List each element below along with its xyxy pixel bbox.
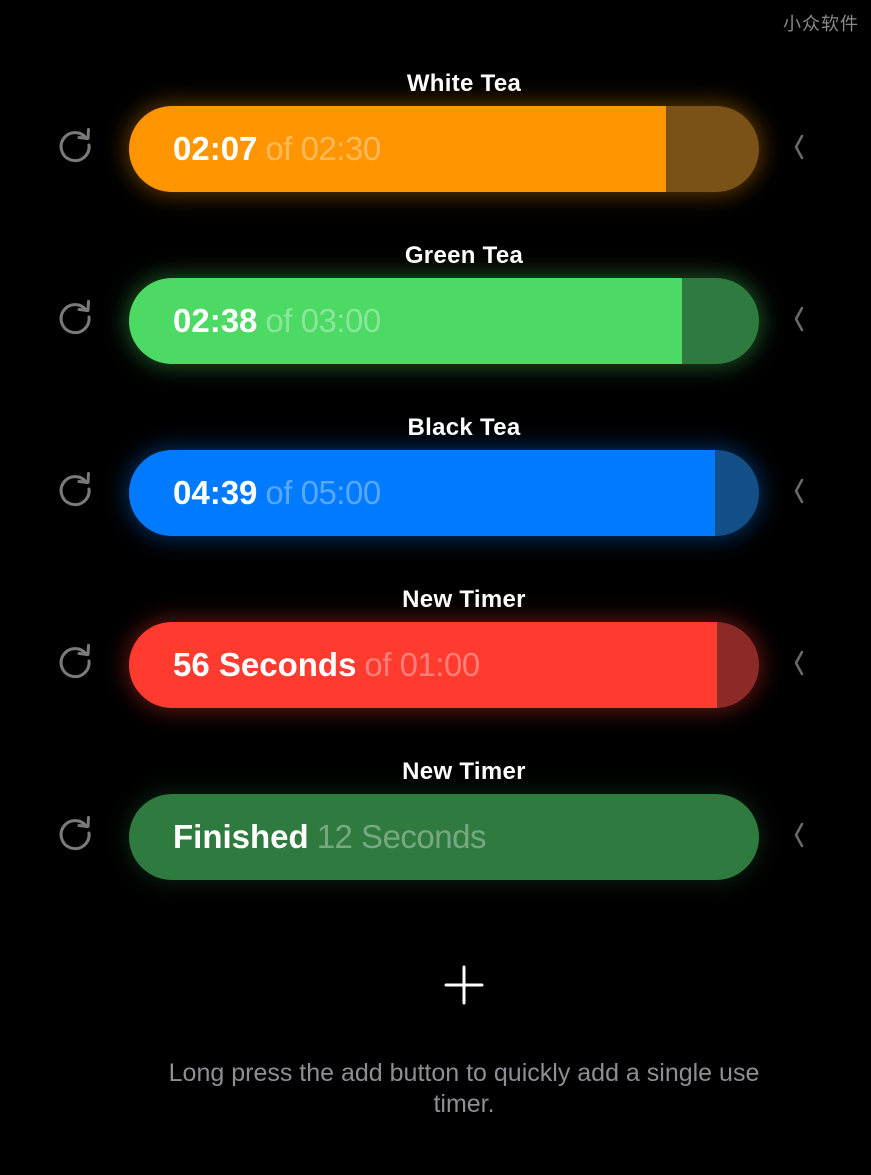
chevron-left-icon (794, 306, 804, 332)
timer-total: 12 Seconds (316, 818, 487, 855)
timer-row: White Tea 02:07 of 02:30 (0, 70, 871, 242)
timer-options-button[interactable] (790, 822, 808, 848)
hint-text: Long press the add button to quickly add… (168, 1059, 760, 1118)
refresh-icon (59, 472, 91, 507)
timer-remaining: 04:39 (173, 474, 258, 511)
timer-text: 04:39 of 05:00 (173, 450, 381, 536)
timer-text: 56 Seconds of 01:00 (173, 622, 480, 708)
refresh-icon (59, 128, 91, 163)
timer-options-button[interactable] (790, 650, 808, 676)
timer-options-button[interactable] (790, 134, 808, 160)
timer-total: of 01:00 (364, 646, 480, 683)
chevron-left-icon (794, 134, 804, 160)
timer-text: 02:07 of 02:30 (173, 106, 381, 192)
timer-text: 02:38 of 03:00 (173, 278, 381, 364)
timer-options-button[interactable] (790, 478, 808, 504)
timer-name: White Tea (406, 70, 522, 97)
timer-row: New Timer 56 Seconds of 01:00 (0, 586, 871, 758)
add-timer-button[interactable] (444, 965, 484, 1005)
timer-name: New Timer (402, 758, 526, 785)
timer-name: New Timer (402, 586, 526, 613)
chevron-left-icon (794, 478, 804, 504)
timer-total: of 05:00 (265, 474, 381, 511)
timer-progress-bar[interactable]: Finished 12 Seconds (129, 794, 759, 880)
timer-options-button[interactable] (790, 306, 808, 332)
timer-total: of 02:30 (265, 130, 381, 167)
timer-text: Finished 12 Seconds (173, 794, 487, 880)
timer-name: Black Tea (407, 414, 521, 441)
timer-remaining: 02:38 (173, 302, 258, 339)
timer-row: New Timer Finished 12 Seconds (0, 758, 871, 930)
timer-progress-bar[interactable]: 02:07 of 02:30 (129, 106, 759, 192)
refresh-icon (59, 816, 91, 851)
reset-timer-button[interactable] (56, 126, 94, 164)
reset-timer-button[interactable] (56, 298, 94, 336)
reset-timer-button[interactable] (56, 470, 94, 508)
timer-progress-bar[interactable]: 04:39 of 05:00 (129, 450, 759, 536)
timer-remaining: 02:07 (173, 130, 258, 167)
chevron-left-icon (794, 822, 804, 848)
plus-icon (444, 965, 484, 1005)
reset-timer-button[interactable] (56, 814, 94, 852)
refresh-icon (59, 644, 91, 679)
timer-remaining: Finished (173, 818, 309, 855)
chevron-left-icon (794, 650, 804, 676)
timer-row: Green Tea 02:38 of 03:00 (0, 242, 871, 414)
timer-row: Black Tea 04:39 of 05:00 (0, 414, 871, 586)
timer-progress-bar[interactable]: 02:38 of 03:00 (129, 278, 759, 364)
timer-name: Green Tea (404, 242, 524, 269)
refresh-icon (59, 300, 91, 335)
timer-total: of 03:00 (265, 302, 381, 339)
timer-remaining: 56 Seconds (173, 646, 357, 683)
watermark: 小众软件 (783, 14, 859, 35)
reset-timer-button[interactable] (56, 642, 94, 680)
timer-progress-bar[interactable]: 56 Seconds of 01:00 (129, 622, 759, 708)
